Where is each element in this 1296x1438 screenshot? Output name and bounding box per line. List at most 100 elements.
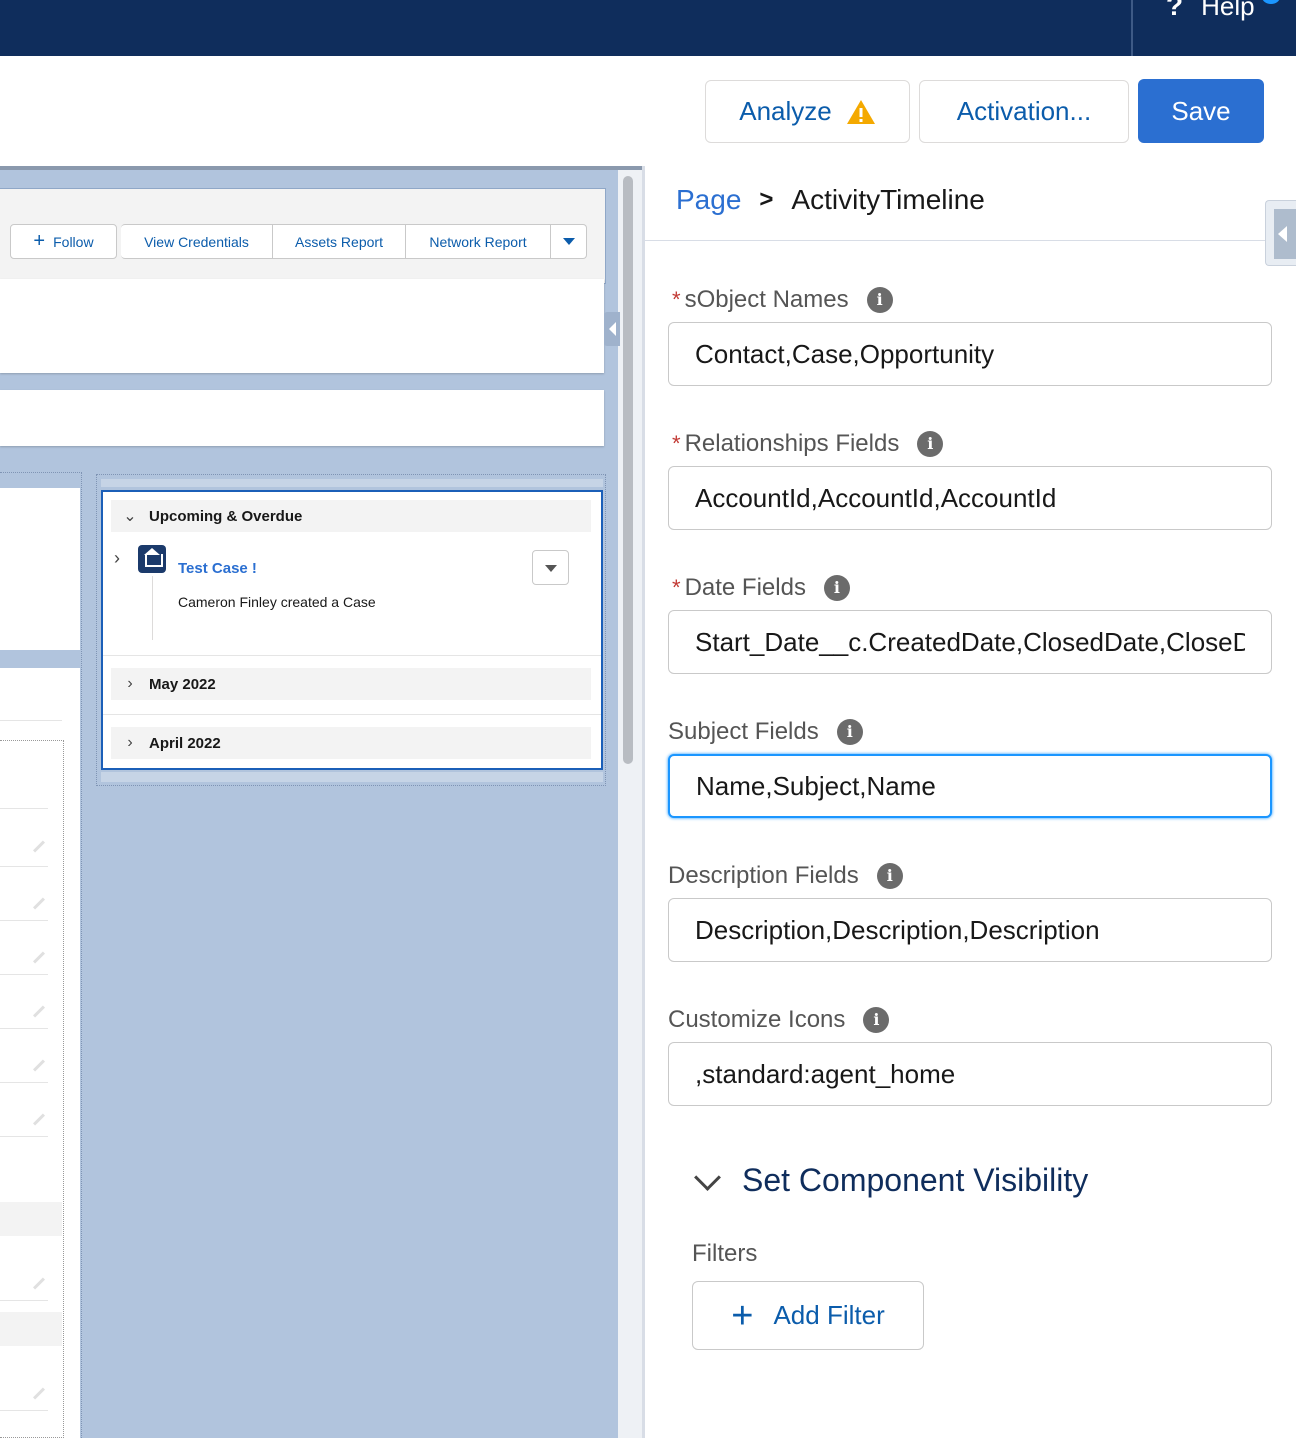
collapse-toggle[interactable]: [604, 312, 620, 346]
field-label-text: Customize Icons: [668, 1006, 846, 1033]
timeline-item-title[interactable]: Test Case !: [178, 560, 257, 577]
row-divider: [0, 1410, 48, 1411]
add-filter-label: Add Filter: [773, 1300, 885, 1330]
follow-button[interactable]: + Follow: [10, 224, 117, 259]
analyze-label: Analyze: [739, 96, 832, 126]
row-divider: [0, 1082, 48, 1083]
chevron-down-icon: [545, 565, 557, 572]
section-label: Upcoming & Overdue: [149, 507, 303, 525]
description-fields-input[interactable]: [668, 898, 1272, 962]
timeline-section-april[interactable]: › April 2022: [111, 727, 591, 759]
scrollbar-thumb[interactable]: [623, 176, 633, 764]
customize-icons-label: Customize Icons i: [668, 1006, 890, 1034]
row-divider: [0, 1028, 48, 1029]
assets-report-button[interactable]: Assets Report: [273, 224, 406, 259]
more-actions-button[interactable]: [551, 224, 587, 259]
add-filter-button[interactable]: + Add Filter: [692, 1281, 924, 1350]
info-icon[interactable]: i: [823, 575, 850, 601]
row-divider: [0, 720, 62, 721]
item-menu-button[interactable]: [532, 550, 569, 585]
chevron-right-icon: ›: [127, 675, 133, 692]
chevron-left-icon: [1278, 226, 1287, 242]
field-label-text: Date Fields: [684, 574, 806, 601]
timeline-connector: [152, 576, 153, 640]
help-label: Help: [1201, 0, 1255, 21]
timeline-drop-zone-bottom: [101, 772, 603, 782]
info-icon[interactable]: i: [836, 719, 863, 745]
timeline-section-upcoming[interactable]: ⌄ Upcoming & Overdue: [111, 500, 591, 532]
left-component-card[interactable]: [0, 488, 80, 650]
breadcrumb-current: ActivityTimeline: [791, 184, 985, 215]
relationships-fields-label: * Relationships Fields i: [668, 430, 944, 458]
info-icon[interactable]: i: [863, 1007, 890, 1033]
component-visibility-toggle[interactable]: Set Component Visibility: [692, 1162, 1088, 1199]
date-fields-input[interactable]: [668, 610, 1272, 674]
canvas-border: [0, 166, 642, 170]
visibility-heading: Set Component Visibility: [742, 1162, 1089, 1198]
follow-label: Follow: [53, 233, 94, 250]
description-fields-label: Description Fields i: [668, 862, 903, 890]
plus-icon: +: [731, 1294, 754, 1337]
sobject-names-label: * sObject Names i: [668, 286, 893, 314]
activation-label: Activation...: [956, 96, 1092, 126]
sobject-names-input[interactable]: [668, 322, 1272, 386]
chevron-left-icon: [609, 322, 616, 336]
home-icon: [138, 545, 166, 573]
section-divider: [103, 714, 601, 715]
warning-icon: [846, 99, 875, 124]
row-divider: [0, 974, 48, 975]
activation-button[interactable]: Activation...: [919, 80, 1129, 143]
section-band: [0, 1202, 62, 1236]
field-label-text: Description Fields: [668, 862, 859, 889]
field-label-text: Relationships Fields: [684, 430, 900, 457]
row-divider: [0, 866, 48, 867]
help-icon: ?: [1166, 0, 1184, 21]
relationships-fields-input[interactable]: [668, 466, 1272, 530]
highlights-panel: [0, 279, 604, 373]
view-credentials-button[interactable]: View Credentials: [121, 224, 273, 259]
section-label: May 2022: [149, 675, 216, 693]
info-icon[interactable]: i: [876, 863, 903, 889]
breadcrumb-separator: >: [759, 186, 774, 213]
required-marker: *: [672, 575, 681, 600]
path-component: [0, 390, 604, 446]
save-button[interactable]: Save: [1138, 79, 1264, 143]
chevron-down-icon: [562, 238, 575, 245]
section-label: April 2022: [149, 734, 221, 752]
required-marker: *: [672, 287, 681, 312]
chevron-right-icon[interactable]: ›: [114, 548, 120, 569]
date-fields-label: * Date Fields i: [668, 574, 850, 602]
record-action-buttons: + Follow View Credentials Assets Report …: [10, 224, 587, 259]
section-divider: [103, 655, 601, 656]
panel-collapse-button[interactable]: [1265, 200, 1296, 266]
row-divider: [0, 808, 48, 809]
analyze-button[interactable]: Analyze: [705, 80, 910, 143]
info-icon[interactable]: i: [866, 287, 893, 313]
section-band: [0, 1312, 62, 1346]
field-label-text: sObject Names: [684, 286, 849, 313]
filters-label: Filters: [692, 1240, 758, 1267]
field-label-text: Subject Fields: [668, 718, 819, 745]
panel-divider: [645, 240, 1296, 241]
header-divider: [1131, 0, 1133, 56]
row-divider: [0, 1300, 48, 1301]
row-divider: [0, 1136, 48, 1137]
chevron-down-icon: ⌄: [123, 508, 137, 525]
timeline-section-may[interactable]: › May 2022: [111, 668, 591, 700]
subject-fields-input[interactable]: [668, 754, 1272, 818]
timeline-item-subtitle: Cameron Finley created a Case: [178, 594, 376, 610]
plus-icon: +: [33, 230, 46, 252]
global-header: [0, 0, 1296, 56]
chevron-down-icon: [692, 1166, 722, 1196]
subject-fields-label: Subject Fields i: [668, 718, 863, 746]
timeline-drop-zone-top: [101, 479, 603, 487]
breadcrumb-page-link[interactable]: Page: [676, 184, 741, 216]
chevron-right-icon: ›: [127, 734, 133, 751]
breadcrumb: Page > ActivityTimeline: [676, 184, 985, 216]
help-button[interactable]: ? Help: [1166, 0, 1255, 22]
network-report-button[interactable]: Network Report: [406, 224, 551, 259]
row-divider: [0, 920, 48, 921]
required-marker: *: [672, 431, 681, 456]
info-icon[interactable]: i: [917, 431, 944, 457]
customize-icons-input[interactable]: [668, 1042, 1272, 1106]
